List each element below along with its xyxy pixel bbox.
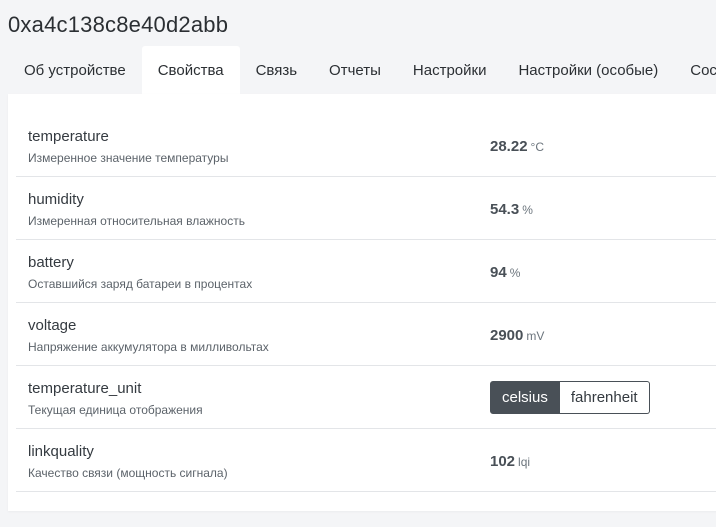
property-row-temperature-unit: temperature_unit Текущая единица отображ…	[16, 366, 716, 429]
tab-reports[interactable]: Отчеты	[313, 46, 397, 94]
property-row-battery: battery Оставшийся заряд батареи в проце…	[16, 240, 716, 303]
property-description: Оставшийся заряд батареи в процентах	[28, 277, 253, 291]
property-description: Измеренная относительная влажность	[28, 214, 245, 228]
tab-connection[interactable]: Связь	[240, 46, 313, 94]
value-number: 54.3	[490, 201, 520, 218]
property-row-voltage: voltage Напряжение аккумулятора в миллив…	[16, 303, 716, 366]
tab-about[interactable]: Об устройстве	[8, 46, 142, 94]
value-unit: %	[522, 203, 533, 217]
celsius-button[interactable]: celsius	[490, 381, 560, 414]
property-name: temperature	[28, 128, 109, 145]
value-number: 2900	[490, 327, 524, 344]
tab-state[interactable]: Состо	[674, 46, 716, 94]
property-name: linkquality	[28, 443, 94, 460]
tab-bar: Об устройстве Свойства Связь Отчеты Наст…	[8, 46, 716, 94]
property-description: Текущая единица отображения	[28, 403, 203, 417]
property-value: 2900 mV	[490, 327, 544, 344]
property-row-humidity: humidity Измеренная относительная влажно…	[16, 177, 716, 240]
property-name: battery	[28, 254, 74, 271]
property-value: 102 lqi	[490, 453, 530, 470]
value-number: 102	[490, 453, 516, 470]
value-unit: mV	[526, 329, 545, 343]
device-page: 0xa4c138c8e40d2abb Об устройстве Свойств…	[0, 0, 716, 527]
property-description: Измеренное значение температуры	[28, 151, 229, 165]
property-row-linkquality: linkquality Качество связи (мощность сиг…	[16, 429, 716, 492]
tab-settings-specific[interactable]: Настройки (особые)	[502, 46, 674, 94]
property-description: Напряжение аккумулятора в милливольтах	[28, 340, 269, 354]
value-number: 28.22	[490, 138, 528, 155]
value-unit: %	[509, 266, 521, 280]
property-description: Качество связи (мощность сигнала)	[28, 466, 228, 480]
property-value: 54.3%	[490, 201, 533, 218]
temperature-unit-toggle: celsius fahrenheit	[490, 381, 650, 414]
property-value: 28.22 °C	[490, 138, 544, 155]
properties-card: temperature Измеренное значение температ…	[8, 94, 716, 511]
tab-properties[interactable]: Свойства	[141, 46, 240, 94]
fahrenheit-button[interactable]: fahrenheit	[559, 381, 650, 414]
tab-settings[interactable]: Настройки	[397, 46, 503, 94]
property-name: humidity	[28, 191, 84, 208]
property-value: 94%	[490, 264, 520, 281]
value-unit: lqi	[518, 455, 531, 469]
value-unit: °C	[530, 140, 545, 154]
properties-list: temperature Измеренное значение температ…	[16, 114, 716, 492]
property-name: voltage	[28, 317, 77, 334]
device-title: 0xa4c138c8e40d2abb	[8, 12, 229, 37]
property-name: temperature_unit	[28, 380, 142, 397]
value-number: 94	[490, 264, 507, 281]
property-row-temperature: temperature Измеренное значение температ…	[16, 114, 716, 177]
